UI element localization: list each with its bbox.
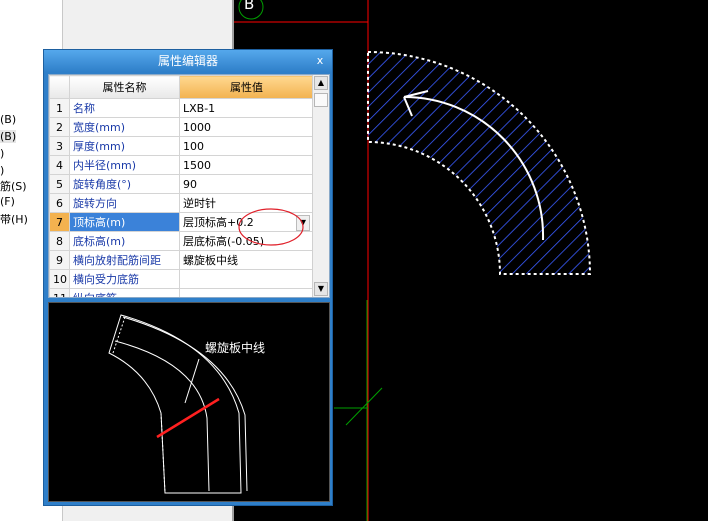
property-name[interactable]: 宽度(mm): [69, 117, 180, 137]
property-value-editor[interactable]: 层顶标高+0.2 ▼: [179, 212, 314, 232]
chevron-down-icon: ▼: [317, 284, 325, 293]
dialog-title: 属性编辑器: [157, 54, 218, 68]
property-name[interactable]: 顶标高(m): [69, 212, 180, 232]
spiral-slab-plan: [367, 50, 592, 275]
section-line: [156, 397, 220, 439]
row-index: 3: [49, 136, 70, 156]
property-value[interactable]: [179, 269, 314, 289]
scroll-thumb[interactable]: [314, 93, 328, 107]
dialog-title-bar[interactable]: 属性编辑器: [44, 50, 332, 72]
property-name[interactable]: 名称: [69, 98, 180, 118]
property-value[interactable]: 螺旋板中线: [179, 250, 314, 270]
property-name[interactable]: 内半径(mm): [69, 155, 180, 175]
table-row[interactable]: 4 内半径(mm) 1500: [49, 155, 314, 175]
table-row-active[interactable]: 7 顶标高(m) 层顶标高+0.2 ▼: [49, 212, 314, 232]
property-name[interactable]: 纵向底筋: [69, 288, 180, 297]
index-column-header: [49, 75, 70, 99]
chevron-down-icon: ▼: [299, 217, 307, 227]
property-editor-dialog: 属性编辑器 x 属性名称 属性值 1 名称 LXB-1 2 宽度(mm) 100…: [43, 49, 333, 506]
left-menu-item[interactable]: 带(H): [0, 211, 28, 227]
row-index: 9: [49, 250, 70, 270]
table-row[interactable]: 3 厚度(mm) 100: [49, 136, 314, 156]
preview-svg: [108, 314, 248, 494]
property-name[interactable]: 旋转方向: [69, 193, 180, 213]
name-column-header[interactable]: 属性名称: [69, 75, 180, 99]
property-grid: 属性名称 属性值 1 名称 LXB-1 2 宽度(mm) 1000 3 厚度(m…: [48, 74, 330, 298]
row-index: 10: [49, 269, 70, 289]
property-name[interactable]: 横向放射配筋间距: [69, 250, 180, 270]
property-value[interactable]: 1000: [179, 117, 314, 137]
property-value[interactable]: 逆时针: [179, 193, 314, 213]
property-value[interactable]: LXB-1: [179, 98, 314, 118]
row-index: 6: [49, 193, 70, 213]
row-index: 8: [49, 231, 70, 251]
row-index: 5: [49, 174, 70, 194]
row-index: 7: [49, 212, 70, 232]
row-index: 4: [49, 155, 70, 175]
scroll-up-button[interactable]: ▲: [314, 76, 328, 90]
left-menu-item[interactable]: (B): [0, 113, 16, 126]
property-name[interactable]: 旋转角度(°): [69, 174, 180, 194]
dropdown-button[interactable]: ▼: [296, 214, 310, 231]
grid-header-row: 属性名称 属性值: [49, 75, 314, 99]
property-value[interactable]: 90: [179, 174, 314, 194]
property-value[interactable]: 100: [179, 136, 314, 156]
table-row[interactable]: 1 名称 LXB-1: [49, 98, 314, 118]
table-row[interactable]: 10 横向受力底筋: [49, 269, 314, 289]
grid-tick: [345, 387, 383, 426]
close-button[interactable]: x: [312, 53, 328, 69]
table-row[interactable]: 8 底标高(m) 层底标高(-0.05): [49, 231, 314, 251]
left-menu-item[interactable]: 筋(S): [0, 178, 27, 194]
property-value[interactable]: 1500: [179, 155, 314, 175]
property-name[interactable]: 横向受力底筋: [69, 269, 180, 289]
row-index: 2: [49, 117, 70, 137]
close-icon: x: [316, 54, 324, 67]
left-menu-item[interactable]: ): [0, 147, 4, 160]
row-index: 1: [49, 98, 70, 118]
slab-inner-dashed: [160, 412, 166, 494]
table-row[interactable]: 11 纵向底筋: [49, 288, 314, 297]
left-menu-item[interactable]: (F): [0, 195, 15, 208]
table-row[interactable]: 6 旋转方向 逆时针: [49, 193, 314, 213]
preview-label: 螺旋板中线: [205, 341, 266, 355]
slab-centerline: [114, 340, 210, 492]
value-column-header[interactable]: 属性值: [179, 75, 314, 99]
property-value[interactable]: [179, 288, 314, 297]
leader-line: [184, 358, 200, 404]
table-row[interactable]: 5 旋转角度(°) 90: [49, 174, 314, 194]
table-row[interactable]: 9 横向放射配筋间距 螺旋板中线: [49, 250, 314, 270]
chevron-up-icon: ▲: [317, 78, 325, 87]
left-menu-item[interactable]: (B): [0, 130, 17, 143]
property-name[interactable]: 厚度(mm): [69, 136, 180, 156]
property-value[interactable]: 层底标高(-0.05): [179, 231, 314, 251]
grid-scrollbar[interactable]: ▲ ▼: [312, 75, 329, 297]
table-row[interactable]: 2 宽度(mm) 1000: [49, 117, 314, 137]
axis-label: B: [244, 0, 255, 13]
left-menu-item[interactable]: ): [0, 164, 4, 177]
scroll-down-button[interactable]: ▼: [314, 282, 328, 296]
preview-pane: 螺旋板中线: [48, 302, 330, 502]
property-value[interactable]: 层顶标高+0.2: [183, 216, 254, 229]
row-index: 11: [49, 288, 70, 297]
property-name[interactable]: 底标高(m): [69, 231, 180, 251]
